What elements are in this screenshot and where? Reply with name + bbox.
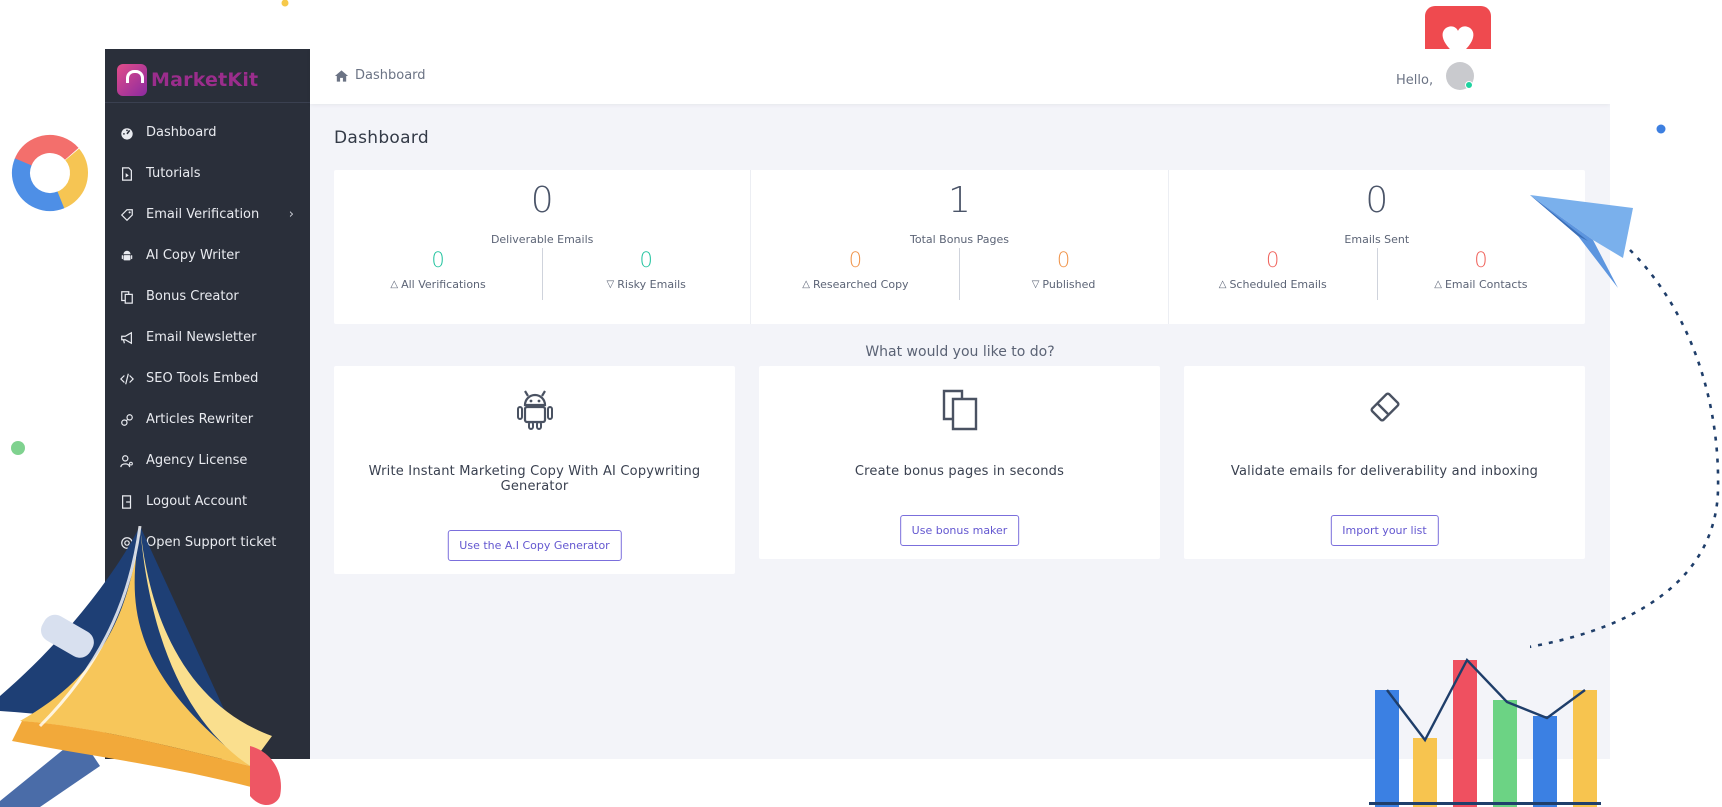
stat-sub-value: 0 [431, 248, 445, 272]
use-ai-copy-generator-button[interactable]: Use the A.I Copy Generator [447, 530, 622, 561]
stat-sub-right: 0 ▽ Published [959, 248, 1167, 291]
stat-sub-left: 0 △ All Verifications [334, 248, 542, 291]
triangle-up-icon: △ [390, 279, 399, 290]
android-icon [516, 390, 553, 430]
online-status-dot [1465, 81, 1473, 89]
home-icon [334, 69, 349, 82]
megaphone-decoration [0, 526, 281, 807]
stat-breakdown: 0 △ Scheduled Emails 0 △ Email Contacts [1169, 248, 1585, 308]
sidebar-item-email-newsletter[interactable]: Email Newsletter [105, 317, 310, 358]
sidebar-item-label: Bonus Creator [146, 289, 239, 304]
triangle-up-icon: △ [1434, 279, 1442, 290]
sidebar-item-tutorials[interactable]: Tutorials [105, 153, 310, 194]
sidebar-item-label: Agency License [146, 453, 248, 468]
triangle-down-icon: ▽ [1031, 279, 1040, 290]
page-title: Dashboard [334, 128, 429, 148]
logout-icon [119, 494, 135, 510]
breadcrumb[interactable]: Dashboard [334, 68, 426, 83]
chevron-right-icon: › [288, 207, 294, 222]
sidebar-item-articles-rewriter[interactable]: Articles Rewriter [105, 399, 310, 440]
android-icon [119, 248, 135, 264]
stat-label: Emails Sent [1344, 233, 1410, 246]
stat-sub-label: Scheduled Emails [1229, 278, 1327, 291]
user-key-icon [119, 453, 135, 469]
sidebar-item-label: Email Verification [146, 207, 260, 222]
sidebar-item-label: AI Copy Writer [146, 248, 240, 263]
eraser-icon [1369, 392, 1400, 422]
stat-value: 0 [530, 180, 554, 221]
stat-label: Deliverable Emails [490, 233, 594, 246]
code-icon [119, 371, 135, 387]
stat-value: 1 [948, 180, 971, 221]
sidebar-item-label: Email Newsletter [146, 330, 257, 345]
stat-sub-label: Researched Copy [812, 278, 909, 291]
sidebar-item-label: Dashboard [146, 125, 217, 140]
triangle-up-icon: △ [802, 279, 810, 290]
sidebar-item-dashboard[interactable]: Dashboard [105, 112, 310, 153]
action-cards: Write Instant Marketing Copy With AI Cop… [334, 366, 1585, 596]
breadcrumb-label: Dashboard [355, 68, 426, 83]
stat-breakdown: 0 △ Researched Copy 0 ▽ Published [751, 248, 1167, 308]
stat-sub-label: Published [1042, 278, 1096, 291]
link-icon [119, 412, 135, 428]
stat-sub-label: Risky Emails [617, 278, 686, 291]
card-ai-copy: Write Instant Marketing Copy With AI Cop… [334, 366, 735, 574]
sidebar-item-bonus-creator[interactable]: Bonus Creator [105, 276, 310, 317]
sidebar-item-label: Logout Account [146, 494, 248, 509]
import-your-list-button[interactable]: Import your list [1330, 515, 1439, 546]
card-description: Write Instant Marketing Copy With AI Cop… [368, 464, 701, 494]
triangle-down-icon: ▽ [606, 279, 615, 290]
video-file-icon [119, 166, 135, 182]
brand-name: MarketKit [151, 69, 259, 91]
use-bonus-maker-button[interactable]: Use bonus maker [899, 515, 1020, 546]
yellow-dot-decoration [281, 0, 289, 7]
sidebar-item-ai-copy-writer[interactable]: AI Copy Writer [105, 235, 310, 276]
sidebar-item-agency-license[interactable]: Agency License [105, 440, 310, 481]
sidebar-item-label: Tutorials [146, 166, 201, 181]
stat-total-bonus-pages: 1 Total Bonus Pages 0 △ Researched Copy 0… [750, 170, 1167, 324]
sidebar-nav: Dashboard Tutorials Email Verification ›… [105, 112, 310, 563]
copy-icon [119, 289, 135, 305]
stat-sub-value: 0 [1056, 248, 1071, 272]
card-validate-emails: Validate emails for deliverability and i… [1184, 366, 1585, 559]
greeting-text: Hello, [1396, 73, 1434, 88]
stat-sub-value: 0 [1266, 248, 1280, 272]
card-bonus-pages: Create bonus pages in seconds Use bonus … [759, 366, 1160, 559]
stats-panel: 0 Deliverable Emails 0 △ All Verification… [334, 170, 1585, 324]
stat-deliverable-emails: 0 Deliverable Emails 0 △ All Verification… [334, 170, 750, 324]
donut-chart-decoration [12, 135, 88, 211]
stat-breakdown: 0 △ All Verifications 0 ▽ Risky Emails [334, 248, 750, 308]
stat-sub-right: 0 ▽ Risky Emails [542, 248, 750, 291]
bar-chart-decoration [1369, 657, 1601, 807]
stat-sub-label: Email Contacts [1444, 278, 1528, 291]
sidebar-item-label: Articles Rewriter [146, 412, 254, 427]
brand-bag-icon [117, 64, 147, 96]
sidebar-item-seo-tools-embed[interactable]: SEO Tools Embed [105, 358, 310, 399]
stat-sub-left: 0 △ Scheduled Emails [1169, 248, 1377, 291]
card-description: Create bonus pages in seconds [854, 464, 1065, 479]
card-description: Validate emails for deliverability and i… [1230, 464, 1539, 479]
sidebar-item-label: SEO Tools Embed [146, 371, 259, 386]
triangle-up-icon: △ [1218, 279, 1227, 290]
stat-sub-value: 0 [639, 248, 653, 272]
sidebar-item-email-verification[interactable]: Email Verification › [105, 194, 310, 235]
stat-sub-left: 0 △ Researched Copy [751, 248, 959, 291]
megaphone-icon [119, 330, 135, 346]
marketing-canvas: MarketKit Dashboard Tutorials Email Veri… [0, 0, 1722, 807]
dashboard-gauge-icon [119, 125, 135, 141]
sidebar-item-logout-account[interactable]: Logout Account [105, 481, 310, 522]
stat-label: Total Bonus Pages [909, 233, 1009, 246]
blue-dot-decoration [1656, 124, 1666, 134]
stat-value: 0 [1365, 180, 1389, 221]
top-bar: Dashboard Hello, [310, 49, 1610, 104]
copy-pages-icon [942, 389, 977, 431]
green-dot-decoration [11, 441, 25, 455]
stat-emails-sent: 0 Emails Sent 0 △ Scheduled Emails 0 △ Ema… [1167, 170, 1585, 324]
sidebar-divider [105, 102, 310, 103]
tag-icon [119, 207, 135, 223]
brand-logo[interactable]: MarketKit [117, 61, 258, 99]
stat-sub-value: 0 [848, 248, 863, 272]
action-prompt: What would you like to do? [865, 344, 1055, 360]
stat-sub-label: All Verifications [401, 278, 486, 291]
